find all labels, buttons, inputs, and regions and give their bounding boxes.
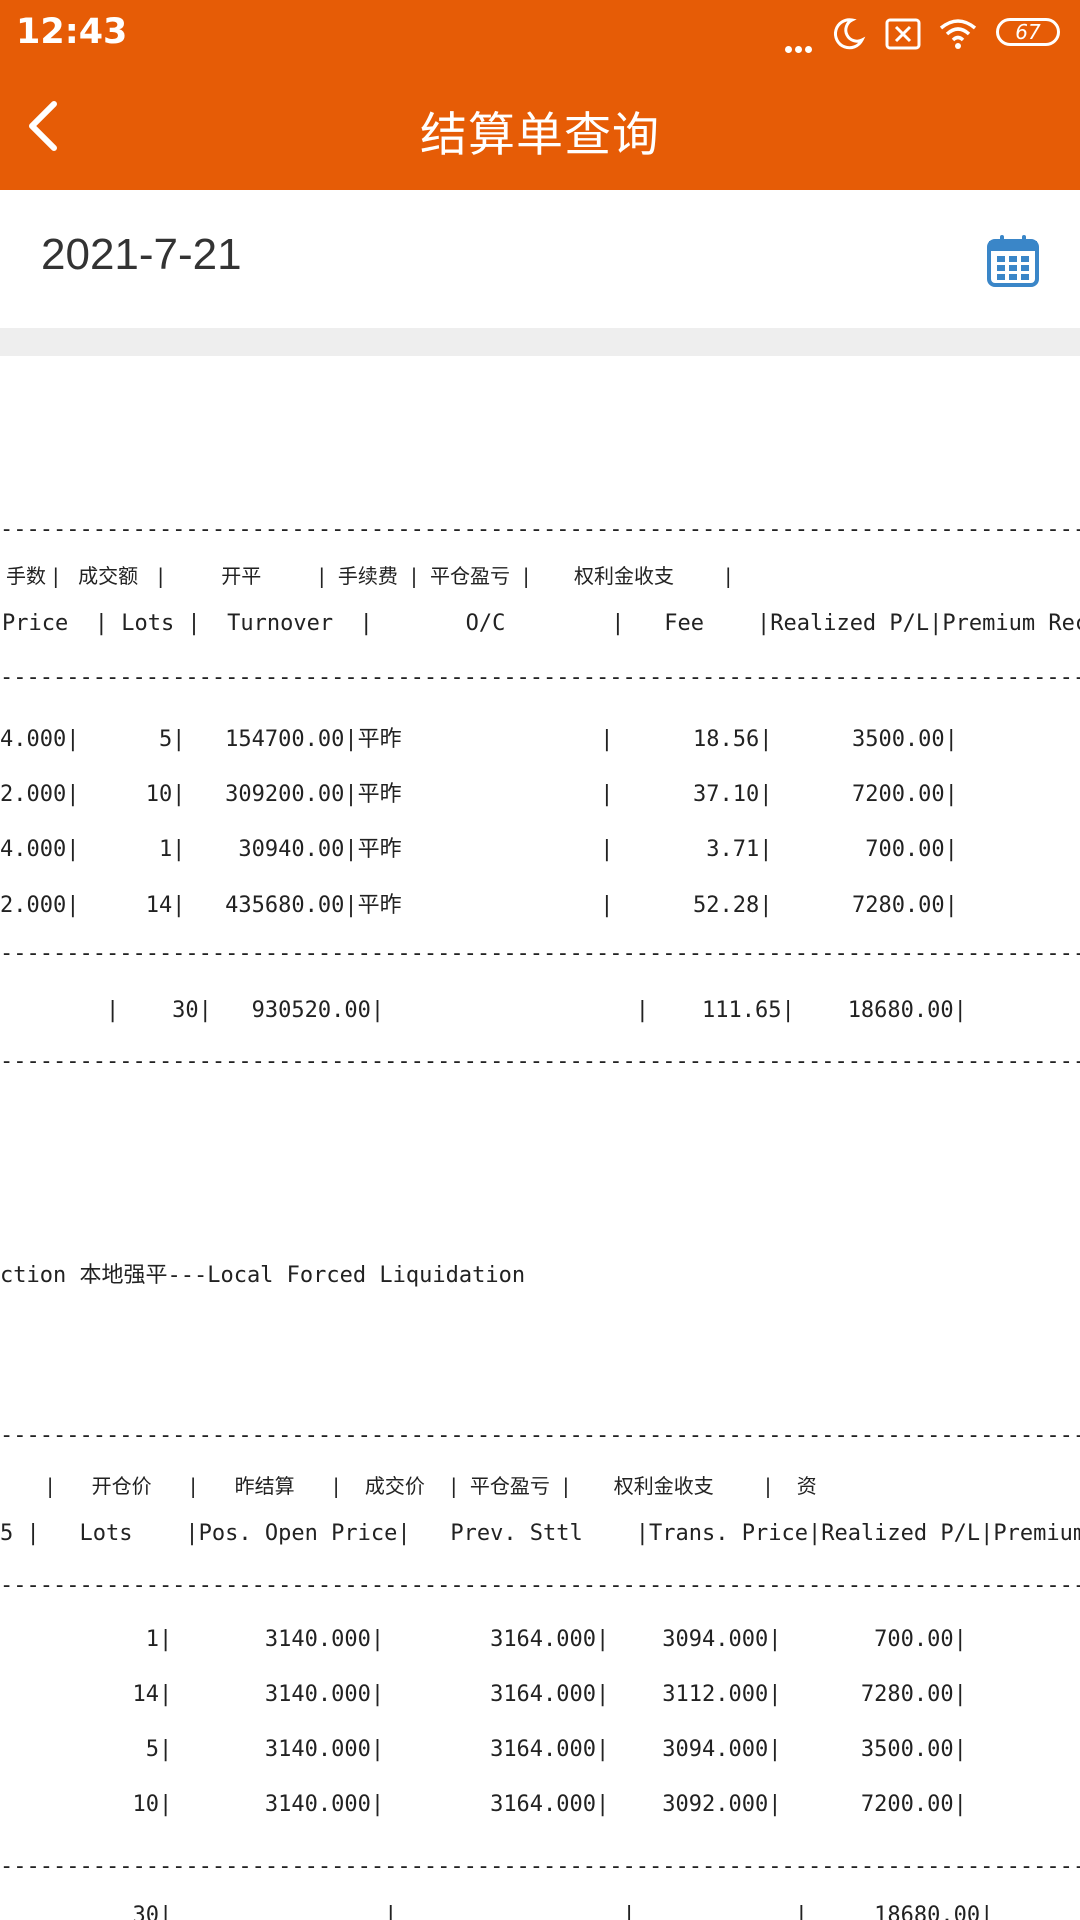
table-total-row: 30| | | | 18680.00|: [0, 1903, 994, 1920]
selected-date[interactable]: 2021-7-21: [41, 230, 242, 280]
table-row: 4.000| 5| 154700.00|平昨 | 18.56| 3500.00|: [0, 727, 958, 752]
separator-line: ----------------------------------------…: [0, 1423, 1080, 1448]
table-total-row: | 30| 930520.00| | 111.65| 18680.00|: [0, 998, 967, 1023]
separator-line: ----------------------------------------…: [0, 1573, 1080, 1598]
app-header: 12:43 67 结算单查询: [0, 0, 1080, 190]
table-row: 2.000| 14| 435680.00|平昨 | 52.28| 7280.00…: [0, 893, 958, 918]
separator-line: ----------------------------------------…: [0, 517, 1080, 542]
status-icons: 67: [780, 14, 1070, 54]
table-row: 4.000| 1| 30940.00|平昨 | 3.71| 700.00|: [0, 837, 958, 862]
separator-line: ----------------------------------------…: [0, 1049, 1080, 1074]
date-selector[interactable]: 2021-7-21: [0, 190, 1080, 328]
page-title: 结算单查询: [420, 108, 660, 163]
table-header-cn: | 开仓价 | 昨结算 | 成交价 | 平仓盈亏 | 权利金收支 | 资: [34, 1474, 817, 1498]
table-header-en: Price | Lots | Turnover | O/C | Fee |Rea…: [2, 611, 1080, 636]
table-row: 1| 3140.000| 3164.000| 3094.000| 700.00|: [0, 1627, 967, 1652]
separator-line: ----------------------------------------…: [0, 665, 1080, 690]
divider-band: [0, 328, 1080, 356]
battery-icon: 67: [996, 18, 1060, 46]
table-header-en: 5 | Lots |Pos. Open Price| Prev. Sttl |T…: [0, 1521, 1080, 1546]
wifi-icon: [939, 19, 977, 49]
calendar-button[interactable]: [986, 234, 1040, 288]
separator-line: ----------------------------------------…: [0, 1854, 1080, 1879]
battery-level: 67: [1015, 20, 1041, 44]
separator-line: ----------------------------------------…: [0, 941, 1080, 966]
table-row: 2.000| 10| 309200.00|平昨 | 37.10| 7200.00…: [0, 782, 958, 807]
settlement-statement: ----------------------------------------…: [0, 356, 1080, 1920]
table-header-cn: 手数 | 成交额 | 开平 | 手续费 | 平仓盈亏 | 权利金收支 |: [6, 564, 732, 588]
sim-none-icon: [885, 18, 921, 50]
moon-icon: [833, 18, 866, 50]
status-time: 12:43: [16, 12, 128, 52]
transaction-note: ction 本地强平---Local Forced Liquidation: [0, 1263, 526, 1288]
calendar-icon: [987, 235, 1039, 287]
more-dots-icon: [785, 38, 815, 57]
table-row: 14| 3140.000| 3164.000| 3112.000| 7280.0…: [0, 1682, 967, 1707]
table-row: 5| 3140.000| 3164.000| 3094.000| 3500.00…: [0, 1737, 967, 1762]
table-row: 10| 3140.000| 3164.000| 3092.000| 7200.0…: [0, 1792, 967, 1817]
